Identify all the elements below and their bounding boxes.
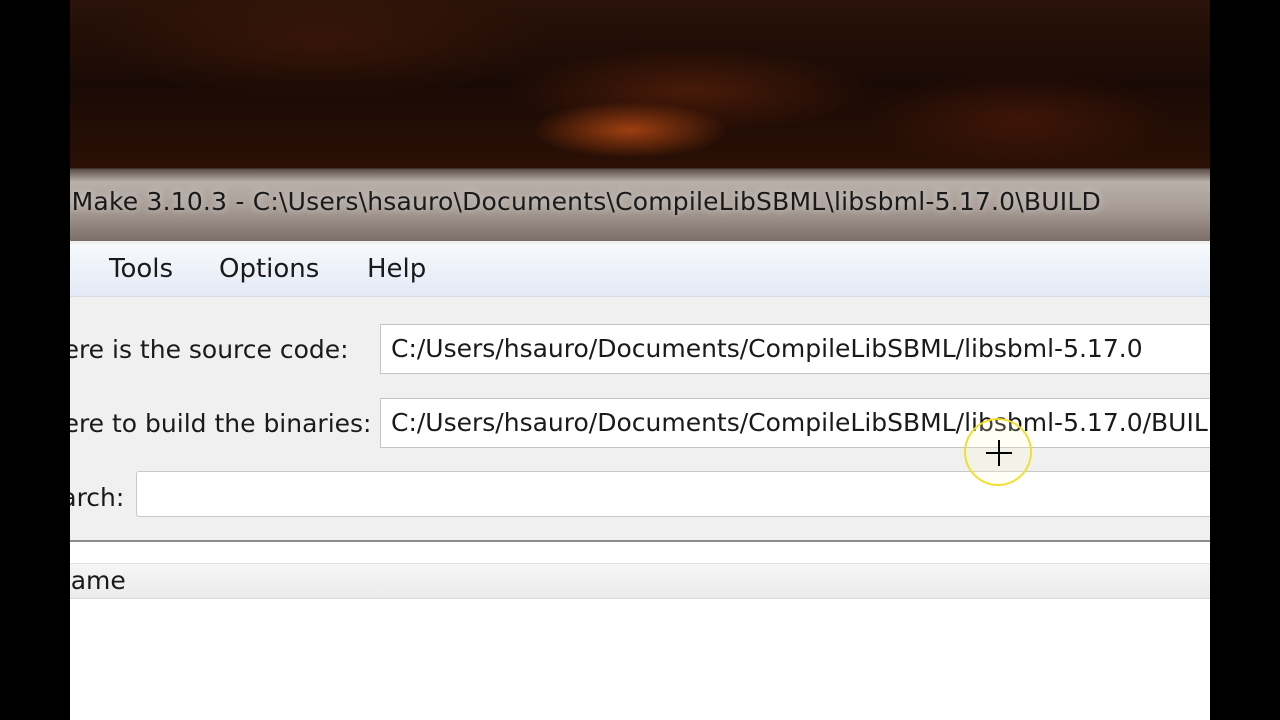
- table-header: Name: [70, 563, 1210, 599]
- window-title: CMake 3.10.3 - C:\Users\hsauro\Documents…: [70, 187, 1101, 216]
- menu-tools[interactable]: Tools: [109, 254, 173, 284]
- screen-viewport: CMake 3.10.3 - C:\Users\hsauro\Documents…: [70, 0, 1210, 720]
- menu-bar: Tools Options Help: [70, 244, 1210, 297]
- search-label: Search:: [70, 483, 125, 512]
- menu-help[interactable]: Help: [367, 254, 426, 284]
- search-input[interactable]: [136, 471, 1210, 517]
- source-code-input[interactable]: C:/Users/hsauro/Documents/CompileLibSBML…: [380, 324, 1210, 374]
- source-code-label: Where is the source code:: [70, 335, 349, 364]
- crosshair-cursor-icon: [986, 440, 1012, 466]
- cmake-window: CMake 3.10.3 - C:\Users\hsauro\Documents…: [70, 168, 1210, 720]
- main-content: Where is the source code: C:/Users/hsaur…: [70, 297, 1210, 720]
- menu-options[interactable]: Options: [219, 254, 319, 284]
- title-bar[interactable]: CMake 3.10.3 - C:\Users\hsauro\Documents…: [70, 168, 1210, 241]
- desktop-background: [70, 0, 1210, 170]
- build-binaries-label: Where to build the binaries:: [70, 409, 372, 438]
- column-header-name[interactable]: Name: [70, 566, 126, 595]
- build-binaries-input[interactable]: C:/Users/hsauro/Documents/CompileLibSBML…: [380, 398, 1210, 448]
- cache-table: Name: [70, 542, 1210, 720]
